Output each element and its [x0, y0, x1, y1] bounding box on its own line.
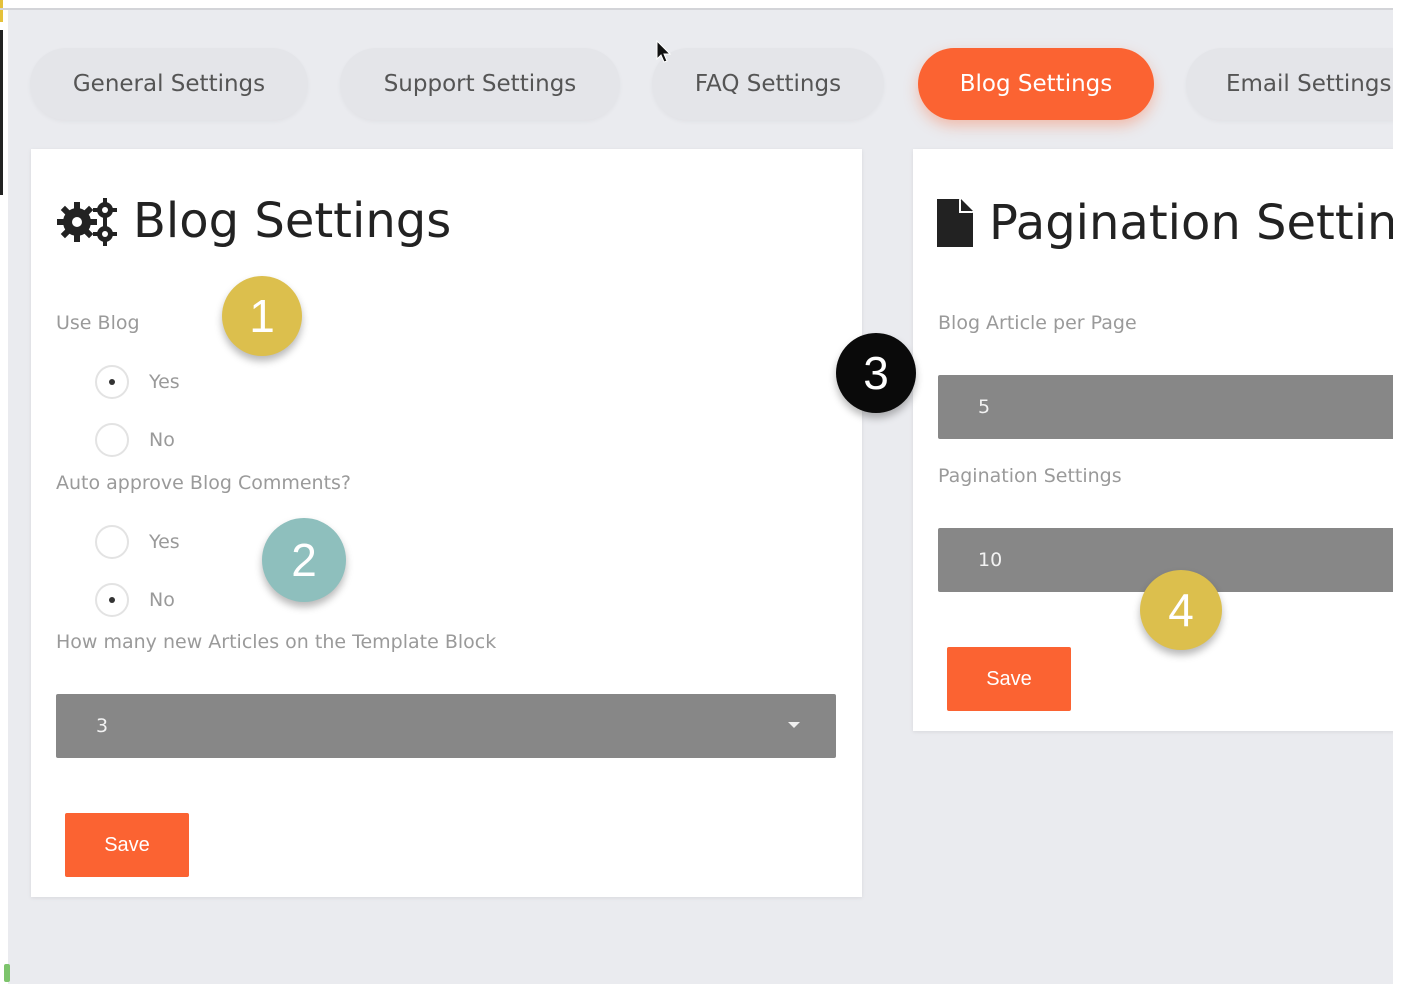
callout-badge-2: 2 [262, 518, 346, 602]
articles-on-block-value: 3 [96, 715, 109, 737]
pagination-settings-title: Pagination Settings [937, 195, 1393, 251]
pagination-settings-value: 10 [978, 549, 1003, 571]
blog-settings-card: Blog Settings Use Blog Yes No Auto appro… [31, 149, 862, 897]
auto-approve-no-option[interactable]: No [95, 583, 175, 617]
article-per-page-label: Blog Article per Page [938, 312, 1137, 334]
top-divider [0, 8, 1393, 10]
auto-approve-no-label: No [149, 589, 175, 611]
auto-approve-yes-label: Yes [149, 531, 180, 553]
tab-faq-settings[interactable]: FAQ Settings [652, 48, 884, 120]
blog-save-button[interactable]: Save [65, 813, 189, 877]
use-blog-no-option[interactable]: No [95, 423, 175, 457]
mouse-cursor-icon [656, 40, 672, 63]
pagination-settings-card: Pagination Settings Blog Article per Pag… [913, 149, 1393, 731]
tab-blog-settings[interactable]: Blog Settings [918, 48, 1154, 120]
use-blog-yes-option[interactable]: Yes [95, 365, 180, 399]
blog-settings-title: Blog Settings [55, 193, 451, 249]
use-blog-label: Use Blog [56, 312, 140, 334]
tab-general-settings[interactable]: General Settings [30, 48, 308, 120]
pagination-settings-title-text: Pagination Settings [989, 195, 1393, 251]
callout-badge-4: 4 [1140, 570, 1222, 650]
blog-settings-title-text: Blog Settings [133, 193, 452, 249]
article-per-page-value: 5 [978, 396, 991, 418]
caret-down-icon [788, 722, 800, 728]
articles-on-block-label: How many new Articles on the Template Bl… [56, 631, 497, 653]
use-blog-yes-label: Yes [149, 371, 180, 393]
callout-badge-1: 1 [222, 276, 302, 356]
gears-icon [57, 198, 117, 246]
left-edge-bar [0, 30, 3, 195]
auto-approve-yes-option[interactable]: Yes [95, 525, 180, 559]
auto-approve-label: Auto approve Blog Comments? [56, 472, 352, 494]
articles-on-block-select[interactable]: 3 [56, 694, 836, 758]
file-icon [937, 199, 973, 247]
article-per-page-input[interactable]: 5 [938, 375, 1393, 439]
settings-viewport: General Settings Support Settings FAQ Se… [8, 10, 1393, 984]
auto-approve-yes-radio[interactable] [95, 525, 129, 559]
use-blog-no-label: No [149, 429, 175, 451]
use-blog-yes-radio[interactable] [95, 365, 129, 399]
bottom-left-marker [4, 964, 10, 982]
auto-approve-no-radio[interactable] [95, 583, 129, 617]
left-edge-marker [0, 0, 3, 22]
use-blog-no-radio[interactable] [95, 423, 129, 457]
tab-email-settings[interactable]: Email Settings [1186, 48, 1393, 120]
pagination-save-button[interactable]: Save [947, 647, 1071, 711]
tab-support-settings[interactable]: Support Settings [340, 48, 620, 120]
pagination-settings-label: Pagination Settings [938, 465, 1122, 487]
callout-badge-3: 3 [836, 333, 916, 413]
